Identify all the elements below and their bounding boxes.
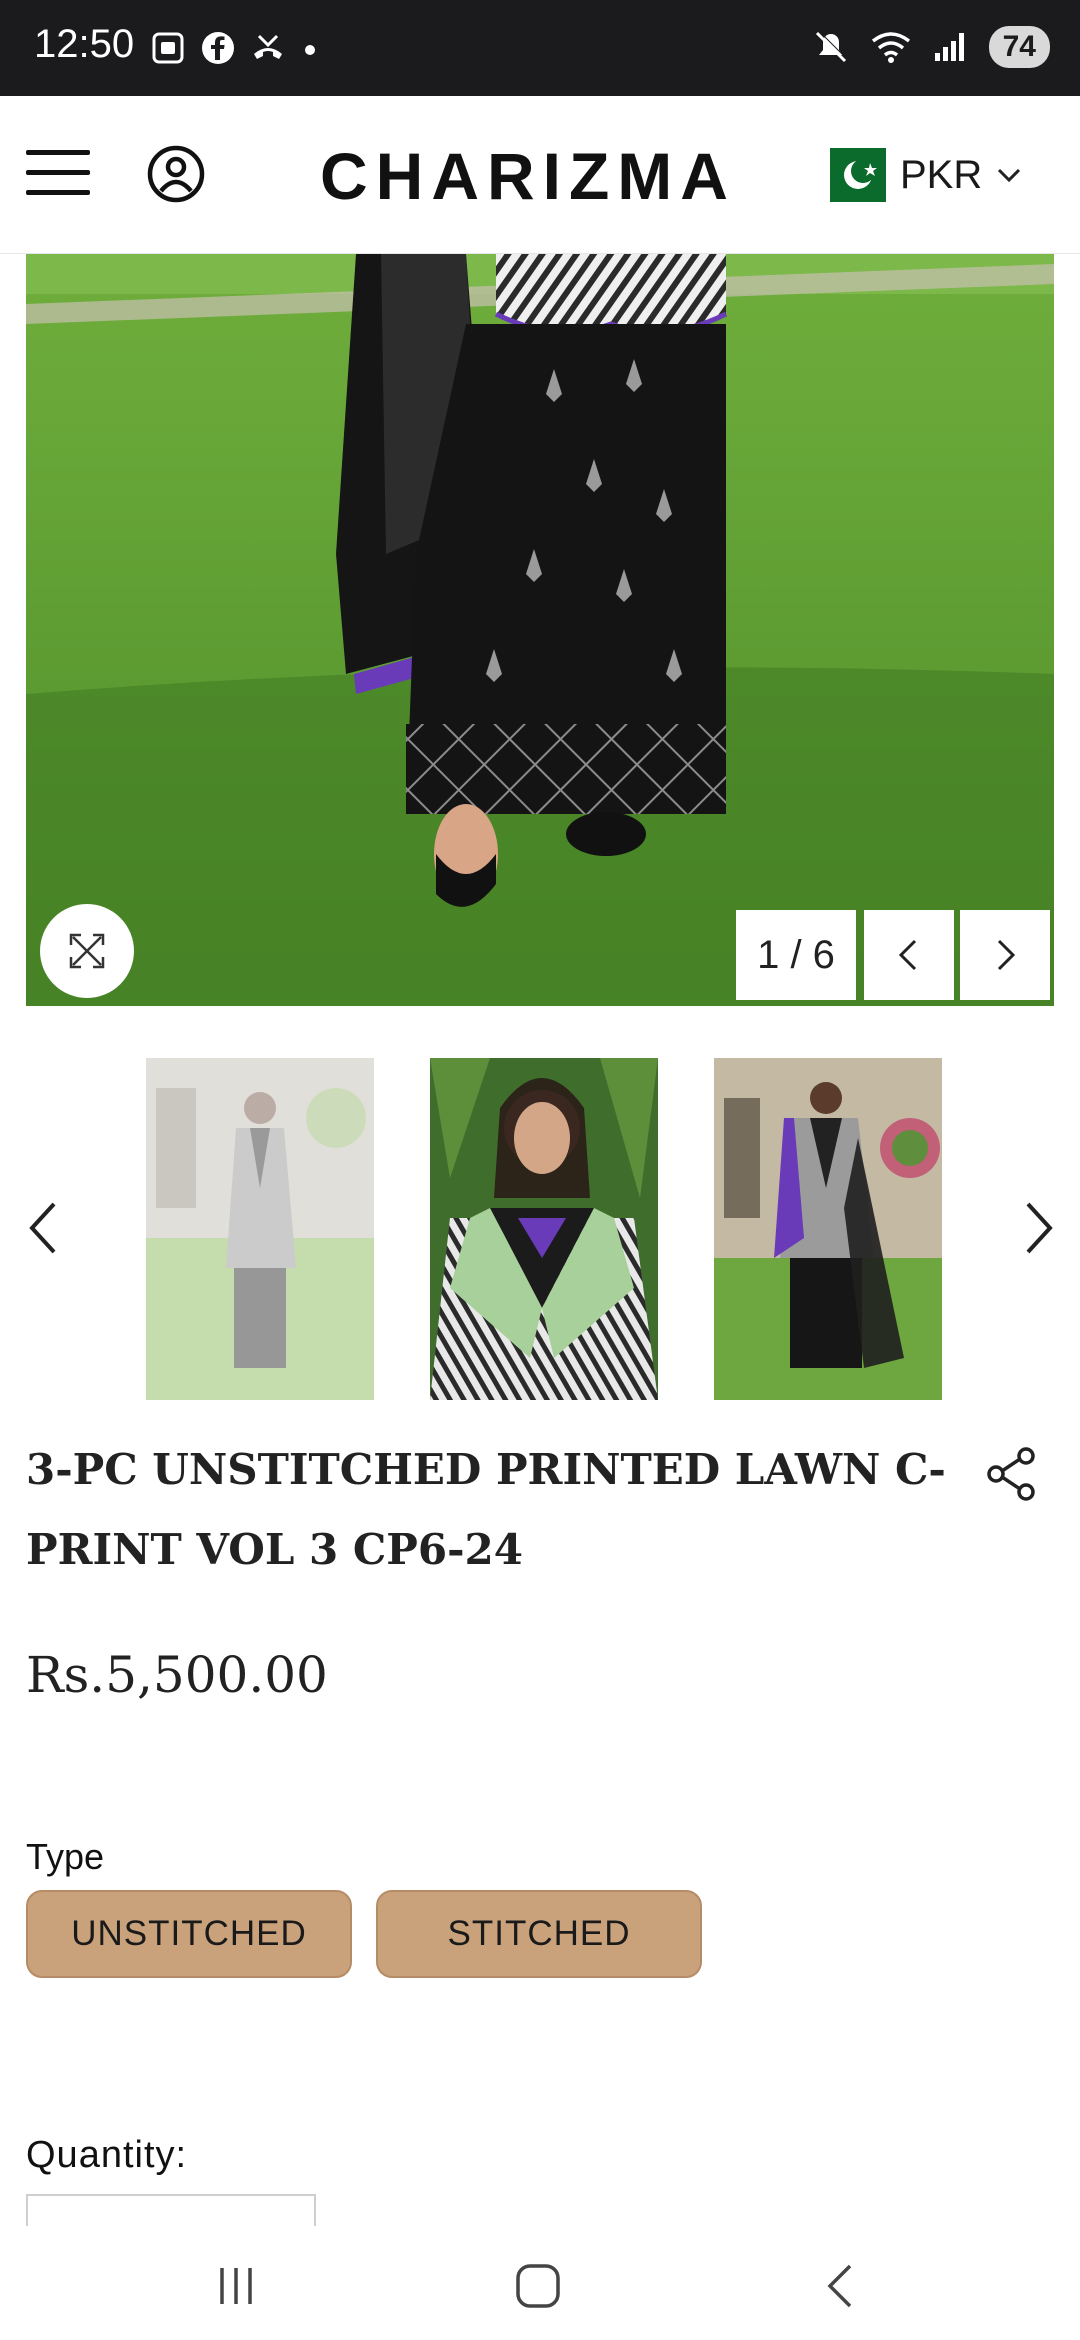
product-photo (26, 254, 1054, 1006)
chevron-down-icon (998, 168, 1021, 183)
dot-icon (305, 45, 315, 55)
home-button[interactable] (498, 2246, 578, 2326)
status-bar: 12:50 74 (0, 0, 1080, 96)
thumbnail-1[interactable] (146, 1058, 374, 1400)
quantity-label: Quantity: (26, 2134, 188, 2176)
status-icons-left (150, 30, 320, 66)
brand-logo[interactable]: CHARIZMA (320, 138, 736, 214)
thumbnail-prev-button[interactable] (24, 1198, 64, 1258)
back-icon (827, 2264, 852, 2308)
image-counter: 1 / 6 (736, 910, 856, 1000)
share-icon (987, 1447, 1035, 1501)
chevron-left-icon (29, 1202, 56, 1254)
menu-button[interactable] (26, 150, 90, 198)
chevron-left-icon (898, 939, 917, 971)
recent-apps-icon (220, 2268, 252, 2304)
type-option-stitched[interactable]: STITCHED (376, 1890, 702, 1978)
wifi-icon (871, 32, 910, 63)
zoom-button[interactable] (40, 904, 134, 998)
image-next-button[interactable] (960, 910, 1050, 1000)
chevron-right-icon (1026, 1202, 1053, 1254)
expand-icon (69, 933, 105, 969)
pakistan-flag-icon (814, 148, 886, 202)
battery-indicator: 74 (988, 26, 1050, 68)
user-icon (147, 145, 205, 203)
mute-icon (815, 30, 847, 63)
product-title: 3-PC UNSTITCHED PRINTED LAWN C-PRINT VOL… (26, 1445, 946, 1574)
thumbnail-next-button[interactable] (1018, 1198, 1058, 1258)
type-label: Type (26, 1836, 105, 1877)
account-button[interactable] (146, 144, 206, 204)
signal-icon (934, 33, 964, 61)
back-button[interactable] (800, 2246, 880, 2326)
status-icons-right: 74 (811, 26, 1050, 68)
image-prev-button[interactable] (864, 910, 954, 1000)
currency-selector[interactable]: PKR (814, 148, 1022, 202)
home-icon (516, 2264, 560, 2308)
system-nav-bar (0, 2226, 1080, 2340)
thumbnail-3[interactable] (714, 1058, 942, 1400)
screenshot-icon (152, 32, 184, 64)
share-button[interactable] (982, 1444, 1042, 1504)
missed-call-icon (254, 34, 282, 59)
recent-apps-button[interactable] (196, 2246, 276, 2326)
status-time: 12:50 (34, 22, 135, 66)
thumbnail-carousel (0, 1058, 1080, 1400)
chevron-right-icon (997, 939, 1016, 971)
thumbnail-2[interactable] (430, 1058, 658, 1400)
site-header: CHARIZMA PKR (0, 96, 1080, 254)
currency-code: PKR (900, 152, 983, 197)
facebook-icon (202, 32, 234, 64)
type-option-unstitched[interactable]: UNSTITCHED (26, 1890, 352, 1978)
product-price: Rs.5,500.00 (26, 1646, 328, 1704)
product-main-image[interactable]: 1 / 6 (26, 254, 1054, 1006)
